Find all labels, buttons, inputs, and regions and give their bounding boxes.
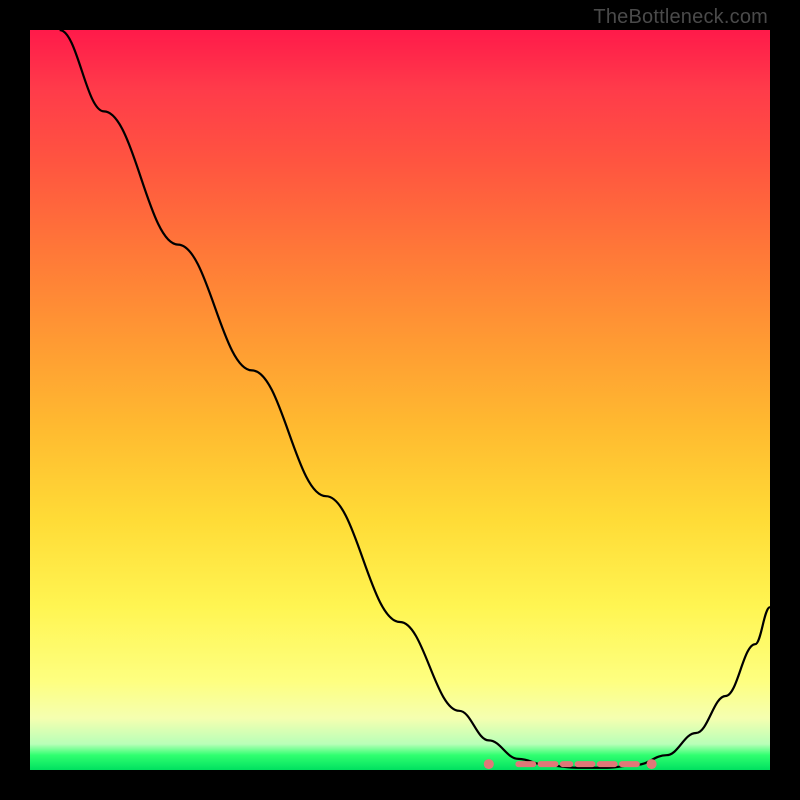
marker-dot [647, 759, 657, 769]
marker-dot [484, 759, 494, 769]
chart-svg [30, 30, 770, 770]
curve-path [60, 30, 770, 768]
watermark-text: TheBottleneck.com [593, 6, 768, 29]
chart-canvas: TheBottleneck.com [0, 0, 800, 800]
plot-area [30, 30, 770, 770]
